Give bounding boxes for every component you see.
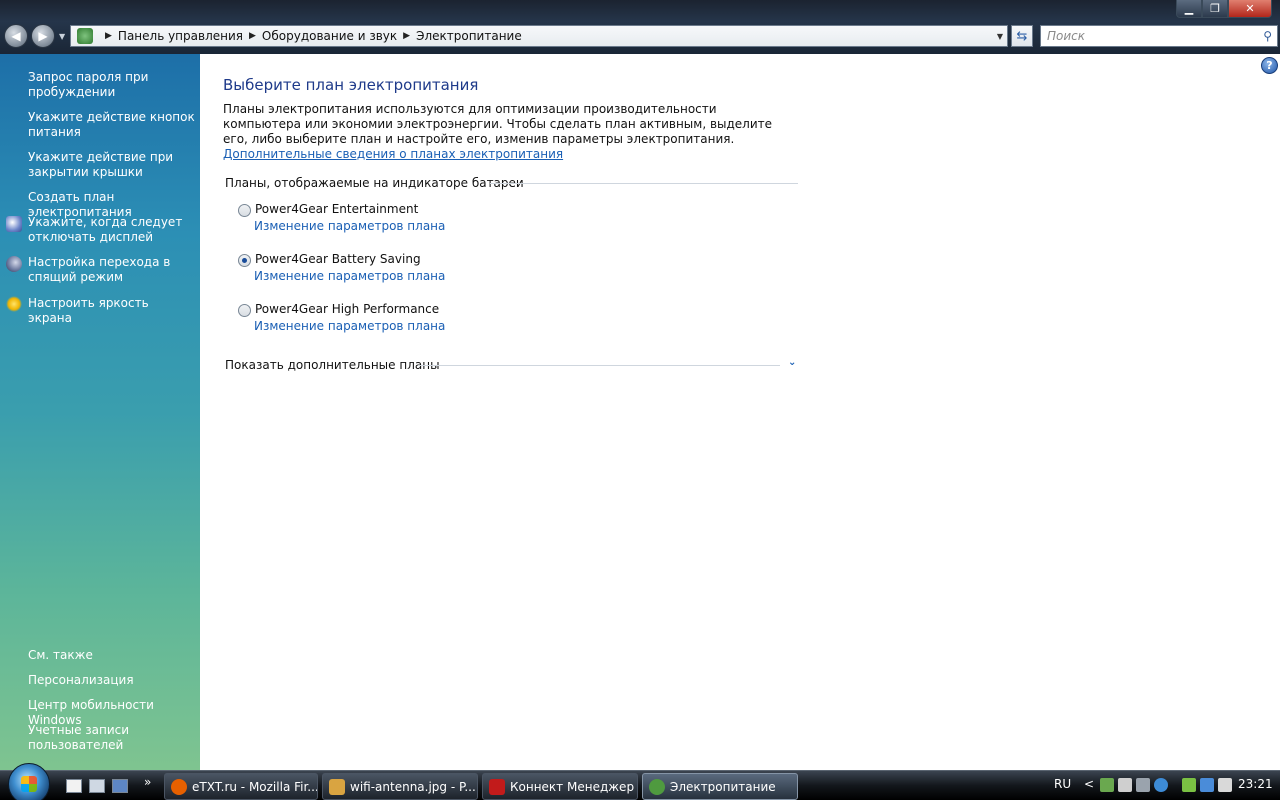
network-icon[interactable] [1200,778,1214,792]
quick-launch-more-icon[interactable]: » [144,775,151,789]
back-button[interactable]: ◀ [4,24,28,48]
language-indicator[interactable]: RU [1054,777,1071,791]
page-title: Выберите план электропитания [223,76,479,94]
breadcrumb-separator-icon[interactable]: ▶ [249,31,256,41]
power-options-icon [649,778,665,795]
forward-button[interactable]: ▶ [31,24,55,48]
window-titlebar: ▁ ❐ ✕ ◀ ▶ ▼ ▶ Панель управления ▶ Оборуд… [0,0,1280,54]
image-viewer-icon [329,778,345,795]
task-sleep[interactable]: Настройка перехода в спящий режим [28,255,196,285]
breadcrumb-control-panel[interactable]: Панель управления [118,29,243,43]
switch-windows-icon[interactable] [89,779,105,793]
search-icon[interactable]: ⚲ [1263,29,1272,43]
network-users-icon[interactable] [1100,778,1114,792]
section-divider [490,183,798,184]
clock[interactable]: 23:21 [1238,777,1273,791]
show-desktop-icon[interactable] [66,779,82,793]
taskbar-window-power[interactable]: Электропитание [642,773,798,800]
maximize-button[interactable]: ❐ [1202,0,1228,18]
more-info-link[interactable]: Дополнительные сведения о планах электро… [223,147,563,161]
battery-icon[interactable] [1182,778,1196,792]
search-placeholder: Поиск [1047,29,1086,43]
plans-section-header: Планы, отображаемые на индикаторе батаре… [225,176,524,190]
close-button[interactable]: ✕ [1228,0,1272,18]
breadcrumb-separator-icon[interactable]: ▶ [403,31,410,41]
plan-radio[interactable] [238,304,251,317]
see-also-heading: См. также [28,648,93,662]
taskbar-window-image[interactable]: wifi-antenna.jpg - P... [322,773,478,800]
task-brightness[interactable]: Настроить яркость экрана [28,296,196,326]
task-lid-close[interactable]: Укажите действие при закрытии крышки [28,150,196,180]
breadcrumb-power-options[interactable]: Электропитание [416,29,522,43]
main-content: ? Выберите план электропитания Планы эле… [200,54,1280,770]
help-icon[interactable]: ? [1261,57,1278,74]
plan-name[interactable]: Power4Gear High Performance [255,302,439,316]
search-input[interactable]: Поиск ⚲ [1040,25,1278,47]
task-pane: Запрос пароля при пробуждении Укажите де… [0,54,200,770]
control-panel-icon [77,28,93,44]
plan-name[interactable]: Power4Gear Entertainment [255,202,418,216]
start-button[interactable] [8,763,50,800]
taskbar-window-label: eTXT.ru - Mozilla Fir... [192,779,318,794]
moon-icon [6,256,22,272]
page-description: Планы электропитания используются для оп… [223,102,783,162]
taskbar-window-firefox[interactable]: eTXT.ru - Mozilla Fir... [164,773,318,800]
taskbar-window-connect[interactable]: Коннект Менеджер [482,773,638,800]
firefox-icon [171,778,187,795]
tray-expand-icon[interactable]: < [1084,777,1094,791]
description-text: Планы электропитания используются для оп… [223,102,773,146]
task-display-off[interactable]: Укажите, когда следует отключать дисплей [28,215,196,245]
plan-radio[interactable] [238,204,251,217]
see-also-user-accounts[interactable]: Учетные записи пользователей [28,723,196,753]
breadcrumb-separator-icon[interactable]: ▶ [105,31,112,41]
plan-change-settings-link[interactable]: Изменение параметров плана [254,219,445,233]
history-dropdown-icon[interactable]: ▼ [59,32,65,41]
refresh-button[interactable]: ⇆ [1011,25,1033,47]
taskbar: » eTXT.ru - Mozilla Fir... wifi-antenna.… [0,763,1280,800]
removable-drive-icon[interactable] [1118,778,1132,792]
plan-change-settings-link[interactable]: Изменение параметров плана [254,319,445,333]
show-more-plans[interactable]: Показать дополнительные планы [225,358,440,372]
connect-manager-icon [489,778,505,795]
plan-name[interactable]: Power4Gear Battery Saving [255,252,421,266]
address-dropdown-icon[interactable]: ▼ [997,32,1003,41]
task-wake-password[interactable]: Запрос пароля при пробуждении [28,70,196,100]
see-also-personalization[interactable]: Персонализация [28,673,196,688]
taskbar-window-label: Коннект Менеджер [510,779,635,794]
taskbar-window-label: Электропитание [670,779,776,794]
globe-icon[interactable] [1154,778,1168,792]
chevron-down-icon[interactable]: ⌄ [788,357,796,368]
plan-change-settings-link[interactable]: Изменение параметров плана [254,269,445,283]
plan-radio[interactable] [238,254,251,267]
section-divider [418,365,780,366]
taskbar-window-label: wifi-antenna.jpg - P... [350,779,476,794]
sun-icon [6,296,22,312]
display-icon [6,216,22,232]
volume-icon[interactable] [1218,778,1232,792]
quick-launch-icon[interactable] [112,779,128,793]
refresh-icon: ⇆ [1016,28,1028,44]
address-bar[interactable]: ▶ Панель управления ▶ Оборудование и зву… [70,25,1008,47]
minimize-button[interactable]: ▁ [1176,0,1202,18]
breadcrumb-hardware-sound[interactable]: Оборудование и звук [262,29,397,43]
monitor-icon[interactable] [1136,778,1150,792]
window-controls: ▁ ❐ ✕ [1176,0,1272,18]
task-power-buttons[interactable]: Укажите действие кнопок питания [28,110,196,140]
